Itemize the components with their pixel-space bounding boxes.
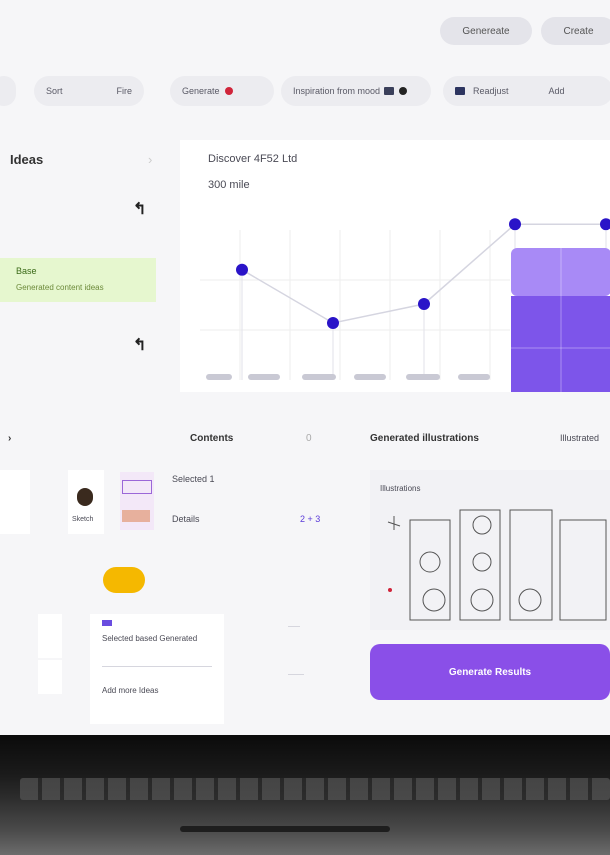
bar-block [511, 248, 610, 392]
status-dot-icon [224, 87, 233, 95]
dark-dot-icon [399, 87, 408, 95]
avatar [77, 488, 93, 506]
sketch-face [419, 551, 441, 573]
keyboard-keys [20, 778, 610, 800]
item-label: Selected 1 [172, 474, 215, 484]
yellow-toggle[interactable] [103, 567, 145, 593]
notes-line1: Selected based Generated [102, 634, 198, 643]
sort-filter-pill[interactable]: Sort Fire [34, 76, 144, 106]
mini-card[interactable] [38, 660, 62, 694]
generate-results-button[interactable]: Generate Results [370, 644, 610, 700]
generate-filter-pill[interactable]: Generate [170, 76, 274, 106]
filter-pill-edge[interactable] [0, 76, 16, 106]
x-tick-label [206, 374, 232, 380]
contents-counter: 0 [306, 433, 312, 444]
generate-button[interactable]: Genereate [440, 17, 532, 45]
sketch-panel [509, 509, 553, 621]
sticker-card[interactable] [120, 472, 154, 530]
data-point[interactable] [418, 298, 430, 310]
mini-card[interactable] [38, 614, 62, 658]
illustrations-tag: Illustrated [560, 433, 600, 443]
sketch-face [470, 588, 494, 612]
fire-label: Fire [116, 86, 133, 96]
laptop-lip [180, 826, 390, 832]
x-tick-label [354, 374, 386, 380]
x-tick-label [248, 374, 280, 380]
data-point[interactable] [236, 263, 248, 276]
sticker-box [122, 480, 152, 494]
x-tick-label [458, 374, 490, 380]
highlight-title: Base [16, 266, 37, 276]
image-icon [384, 87, 395, 95]
sticker-strip [122, 510, 150, 522]
inspiration-label: Inspiration from mood [293, 86, 381, 96]
app-screen: Genereate Create Sort Fire Generate Insp… [0, 0, 610, 735]
highlight-subtitle: Generated content ideas [16, 283, 104, 292]
highlight-card[interactable]: Base Generated content ideas [0, 258, 156, 302]
notes-line2: Add more Ideas [102, 686, 159, 695]
notes-card[interactable]: Selected based Generated Add more Ideas [90, 614, 224, 724]
item-value: 2 + 3 [300, 514, 321, 524]
sketch-dot [388, 588, 392, 592]
sketch-face [422, 588, 446, 612]
sketch-face [472, 552, 492, 572]
data-point[interactable] [600, 218, 610, 231]
sidebar-title: Ideas [10, 152, 44, 167]
chevron-right-icon[interactable]: › [148, 152, 152, 167]
divider [288, 626, 300, 627]
contents-title: Contents [190, 433, 234, 444]
add-label: Add [548, 86, 565, 96]
return-arrow-icon[interactable]: ↰ [133, 335, 146, 355]
x-tick-label [302, 374, 336, 380]
section-marker: › [8, 433, 12, 444]
item-label: Details [172, 514, 200, 524]
sketch-drawing [387, 509, 607, 621]
sketch-mark [387, 516, 401, 530]
avatar-card[interactable]: Sketch [68, 470, 104, 534]
data-point[interactable] [509, 218, 521, 231]
data-point[interactable] [327, 317, 339, 329]
folder-icon [455, 87, 465, 95]
return-arrow-icon[interactable]: ↰ [133, 199, 146, 219]
sketch-face [472, 515, 492, 535]
sketch-face [518, 588, 542, 612]
divider [288, 674, 304, 675]
avatar-caption: Sketch [72, 516, 94, 523]
sketch-panel [559, 519, 607, 621]
generate-label: Generate [182, 86, 220, 96]
sort-label: Sort [46, 86, 63, 96]
thumbnail-card[interactable] [0, 470, 30, 534]
sketch-board[interactable]: Illustrations [370, 470, 610, 630]
line-chart [200, 218, 610, 392]
illustrations-title: Generated illustrations [370, 433, 479, 444]
sketch-panel [459, 509, 501, 621]
notes-icon [102, 620, 112, 626]
chart-grid [200, 230, 510, 380]
readjust-filter-pill[interactable]: Readjust Add [443, 76, 610, 106]
x-tick-label [406, 374, 440, 380]
inspiration-filter-pill[interactable]: Inspiration from mood [281, 76, 431, 106]
divider [102, 666, 212, 667]
readjust-label: Readjust [473, 86, 509, 96]
create-button[interactable]: Create [541, 17, 610, 45]
